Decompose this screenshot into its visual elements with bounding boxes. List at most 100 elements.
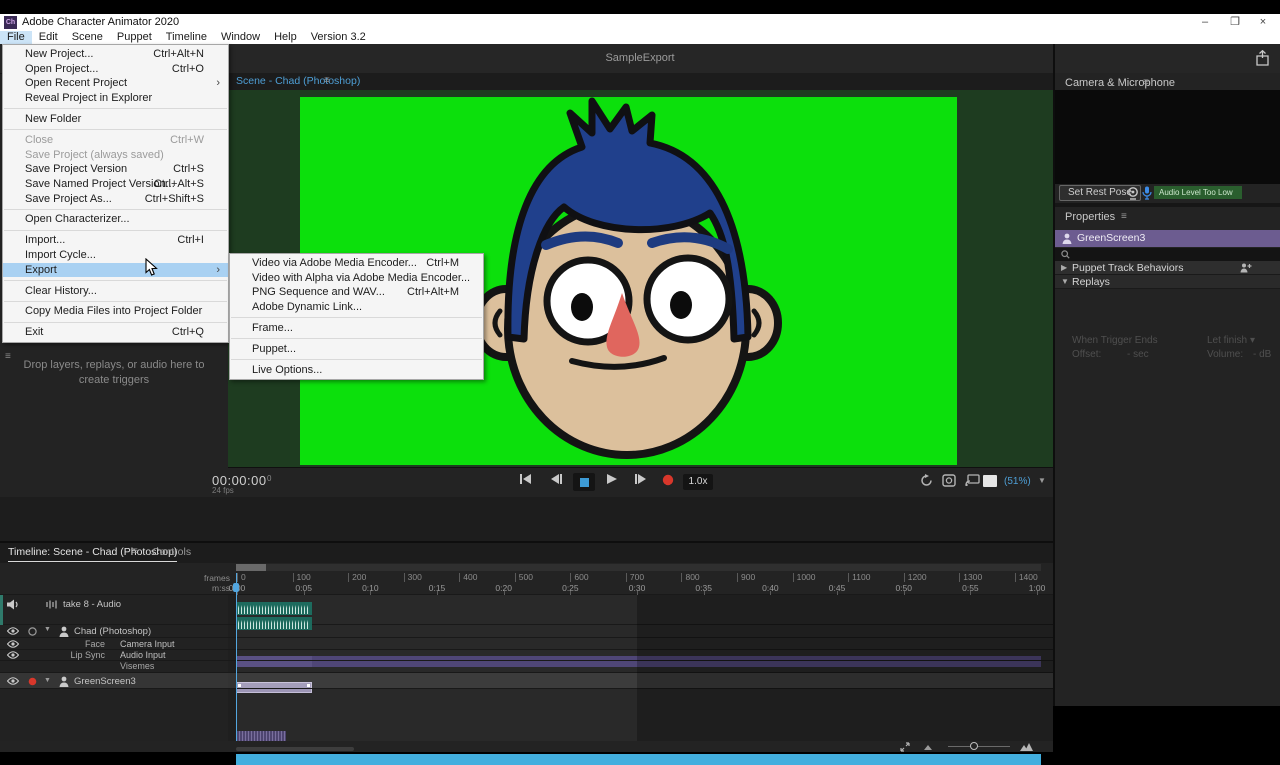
menu-item[interactable]: New Folder — [3, 112, 228, 127]
ruler-frame-label: 1300 — [959, 573, 982, 582]
menu-item[interactable]: Open Project...Ctrl+O — [3, 62, 228, 77]
properties-panel-menu-icon[interactable]: ≡ — [1121, 211, 1127, 222]
menu-item[interactable]: Export› — [3, 263, 228, 278]
chevron-right-icon: ▶ — [1061, 261, 1067, 275]
when-trigger-ends-value: Let finish — [1207, 335, 1247, 346]
speaker-icon[interactable] — [7, 599, 19, 610]
app-logo-icon: Ch — [4, 16, 17, 29]
mss-caption: m:ss — [168, 583, 230, 593]
background-color-swatch[interactable] — [983, 475, 997, 487]
tab-scene-chad[interactable]: Scene - Chad (Photoshop) — [236, 75, 360, 87]
menu-item-label: Save Project Version — [25, 163, 127, 175]
stream-output-icon[interactable] — [965, 474, 980, 486]
viewport-zoom-level[interactable]: (51%) — [1004, 476, 1031, 487]
visibility-eye-icon[interactable] — [7, 677, 19, 685]
replays-row[interactable]: ▼ Replays — [1055, 275, 1280, 289]
zoom-dropdown-caret-icon[interactable]: ▼ — [1038, 476, 1046, 485]
row-label: Puppet Track Behaviors — [1072, 261, 1183, 275]
scrollbar-thumb[interactable] — [236, 564, 266, 571]
menu-item-label: Close — [25, 134, 53, 146]
menu-file[interactable]: File — [0, 31, 32, 44]
tab-controls[interactable]: Controls — [152, 546, 191, 558]
volume-label: Volume: — [1207, 349, 1243, 360]
playhead-handle[interactable] — [233, 583, 239, 592]
minimize-button[interactable]: – — [1190, 14, 1220, 31]
snapshot-icon[interactable] — [942, 474, 956, 487]
waveform — [238, 605, 310, 614]
loop-playback-icon[interactable] — [920, 474, 933, 487]
export-share-icon[interactable] — [1255, 50, 1270, 66]
chevron-down-icon[interactable]: ▼ — [44, 626, 51, 633]
ruler-frame-label: 0 — [237, 573, 246, 582]
puppet-track-behaviors-row[interactable]: ▶ Puppet Track Behaviors — [1055, 261, 1280, 275]
menu-item[interactable]: Video via Adobe Media Encoder...Ctrl+M — [230, 256, 483, 271]
play-button[interactable] — [607, 474, 617, 484]
audio-clip[interactable] — [236, 602, 312, 615]
camera-panel-menu-icon[interactable]: ≡ — [1143, 77, 1149, 88]
zoom-slider-knob[interactable] — [970, 742, 978, 750]
playhead-line[interactable] — [236, 573, 237, 741]
zoom-out-icon[interactable] — [924, 744, 932, 750]
add-behavior-icon[interactable] — [1240, 263, 1252, 273]
menu-timeline[interactable]: Timeline — [159, 31, 214, 44]
menu-item[interactable]: Clear History... — [3, 284, 228, 299]
timeline-panel-menu-icon[interactable]: ≡ — [132, 546, 138, 557]
timeline-horizontal-scrollbar[interactable] — [236, 564, 1041, 571]
next-frame-button[interactable] — [635, 474, 647, 484]
menu-item-label: Exit — [25, 326, 43, 338]
stop-button[interactable] — [573, 473, 595, 491]
arm-for-record-toggle[interactable] — [28, 627, 37, 636]
ruler-frame-label: 200 — [348, 573, 366, 582]
visibility-eye-icon[interactable] — [7, 627, 19, 635]
visibility-eye-icon[interactable] — [7, 651, 19, 659]
record-armed-icon[interactable] — [28, 677, 37, 686]
row-label: Replays — [1072, 275, 1110, 289]
menu-item[interactable]: Puppet... — [230, 342, 483, 357]
fit-timeline-icon[interactable] — [900, 742, 910, 752]
previous-frame-button[interactable] — [550, 474, 562, 484]
menu-item[interactable]: Save Project VersionCtrl+S — [3, 162, 228, 177]
properties-search-input[interactable] — [1055, 248, 1280, 261]
submenu-arrow-icon: › — [216, 263, 220, 278]
visibility-eye-icon[interactable] — [7, 640, 19, 648]
menu-item[interactable]: Import Cycle... — [3, 248, 228, 263]
menu-item[interactable]: PNG Sequence and WAV...Ctrl+Alt+M — [230, 285, 483, 300]
menu-edit[interactable]: Edit — [32, 31, 65, 44]
menu-item[interactable]: Reveal Project in Explorer — [3, 91, 228, 106]
menu-item[interactable]: Import...Ctrl+I — [3, 233, 228, 248]
menu-scene[interactable]: Scene — [65, 31, 110, 44]
zoom-slider[interactable] — [948, 746, 1010, 747]
close-button[interactable]: × — [1248, 14, 1278, 31]
menu-item[interactable]: Open Characterizer... — [3, 212, 228, 227]
webcam-icon[interactable] — [1127, 187, 1139, 200]
menu-help[interactable]: Help — [267, 31, 304, 44]
visemes-take-clip[interactable] — [236, 731, 286, 741]
menu-separator — [4, 280, 227, 281]
chevron-down-icon[interactable]: ▼ — [44, 677, 51, 684]
menu-window[interactable]: Window — [214, 31, 267, 44]
go-to-start-button[interactable] — [520, 474, 532, 484]
timeline-ruler[interactable]: frames m:ss 0100200300400500600700800900… — [0, 571, 1053, 595]
playback-speed[interactable]: 1.0x — [683, 474, 713, 490]
menu-item[interactable]: Video with Alpha via Adobe Media Encoder… — [230, 271, 483, 286]
zoom-in-icon[interactable] — [1020, 743, 1033, 751]
menu-item[interactable]: Adobe Dynamic Link... — [230, 300, 483, 315]
scene-panel-menu-icon[interactable]: ≡ — [324, 75, 330, 86]
menu-item[interactable]: New Project...Ctrl+Alt+N — [3, 47, 228, 62]
microphone-icon[interactable] — [1142, 186, 1152, 200]
menu-item-label: Import... — [25, 234, 65, 246]
menu-item[interactable]: Save Named Project Version...Ctrl+Alt+S — [3, 177, 228, 192]
menu-item[interactable]: Open Recent Project› — [3, 76, 228, 91]
scrollbar-thumb[interactable] — [236, 747, 354, 751]
menu-item[interactable]: Save Project As...Ctrl+Shift+S — [3, 192, 228, 207]
ruler-frame-label: 500 — [515, 573, 533, 582]
maximize-button[interactable]: ❐ — [1220, 14, 1250, 31]
menu-item[interactable]: Live Options... — [230, 363, 483, 378]
record-button[interactable] — [662, 474, 674, 486]
menu-puppet[interactable]: Puppet — [110, 31, 159, 44]
greenscreen-track-bar[interactable] — [236, 754, 1041, 765]
menu-item[interactable]: Frame... — [230, 321, 483, 336]
selected-puppet-row[interactable]: GreenScreen3 — [1055, 230, 1280, 247]
menu-item[interactable]: ExitCtrl+Q — [3, 325, 228, 340]
menu-item[interactable]: Copy Media Files into Project Folder — [3, 304, 228, 319]
